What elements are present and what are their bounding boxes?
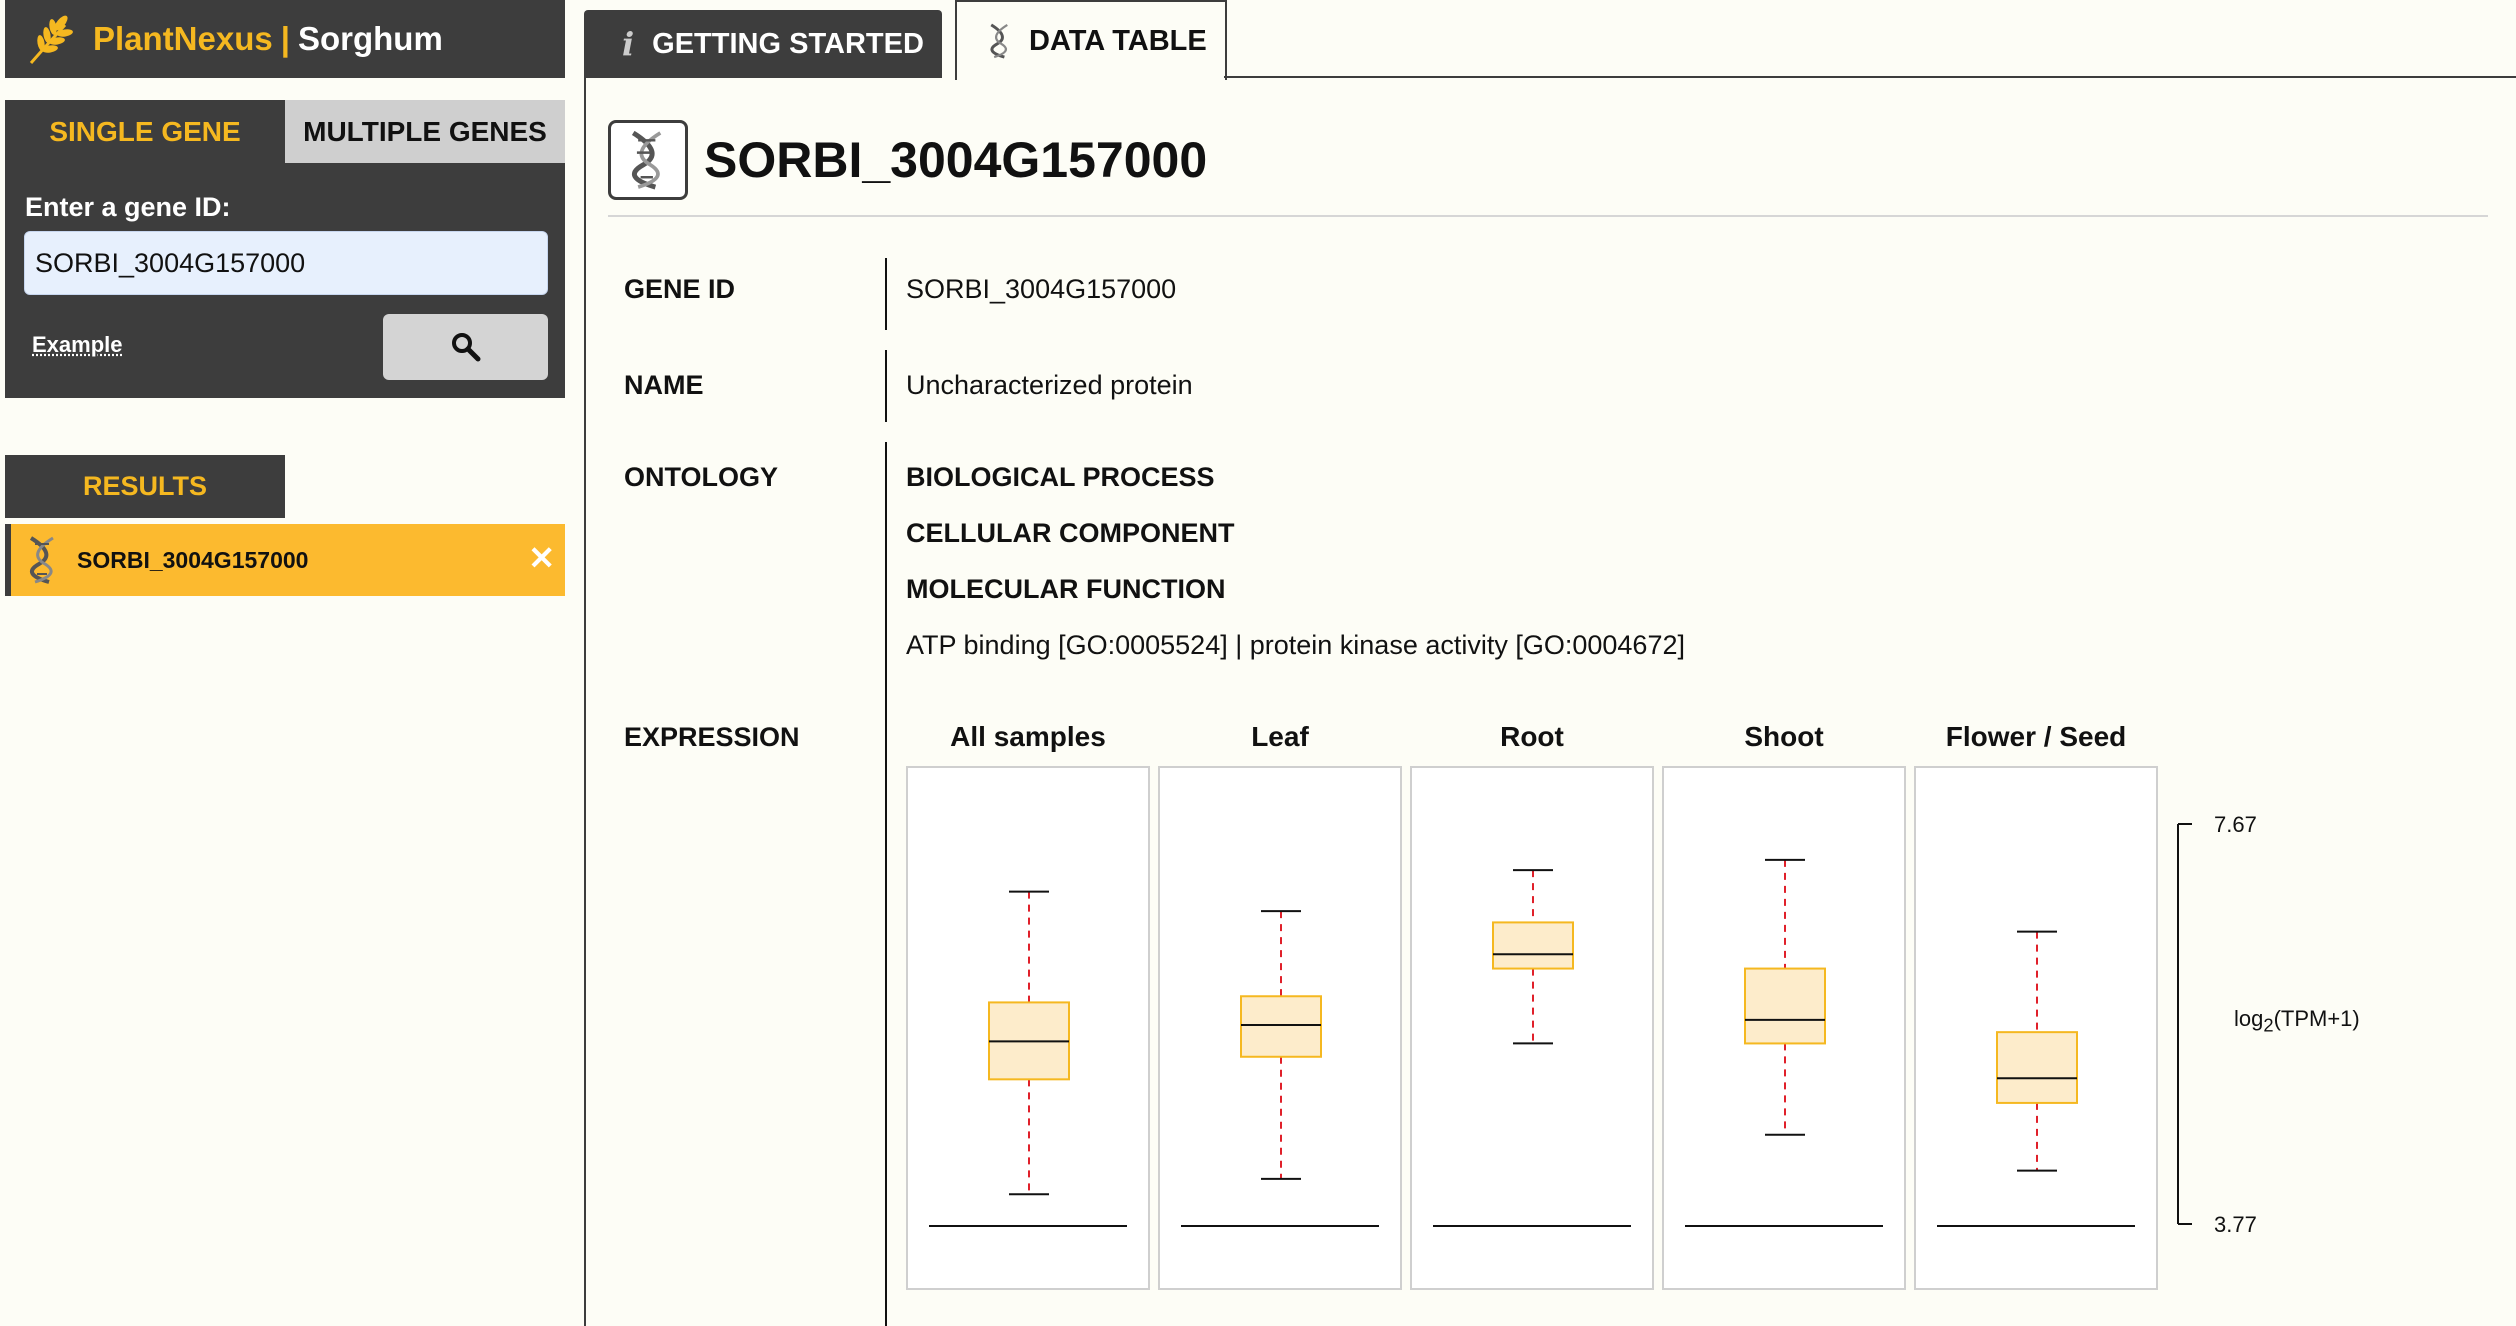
tab-data-table-label: DATA TABLE	[1029, 24, 1207, 57]
tab-bar: i GETTING STARTED DATA TABLE	[584, 0, 2516, 80]
boxplot-panel	[1410, 766, 1654, 1290]
iqr-box	[1744, 967, 1826, 1045]
ontology-biological-process: BIOLOGICAL PROCESS	[906, 462, 1215, 492]
dna-icon	[631, 130, 662, 190]
brand-species: Sorghum	[297, 20, 443, 57]
y-scale-label-unit: (TPM+1)	[2273, 1006, 2360, 1031]
example-link[interactable]: Example	[32, 332, 123, 358]
main-area: i GETTING STARTED DATA TABLE SORBI_3004G…	[584, 0, 2516, 1326]
row-divider	[885, 702, 887, 1326]
dna-icon	[29, 536, 54, 584]
tab-getting-started[interactable]: i GETTING STARTED	[584, 10, 942, 78]
ontology-molecular-function: MOLECULAR FUNCTION	[906, 574, 1226, 604]
tab-multiple-genes[interactable]: MULTIPLE GENES	[285, 100, 565, 163]
ontology-row-label: ONTOLOGY	[624, 462, 779, 492]
plot-title: Flower / Seed	[1945, 721, 2127, 752]
search-mode-tabs: SINGLE GENE MULTIPLE GENES	[5, 100, 565, 163]
brand-title: PlantNexus | Sorghum	[93, 20, 443, 58]
boxplot-svg	[929, 890, 1127, 1227]
name-row-label: NAME	[624, 370, 704, 400]
brand-header[interactable]: PlantNexus | Sorghum	[5, 0, 565, 78]
wheat-logo-icon	[29, 15, 73, 64]
header-divider	[608, 215, 2488, 217]
dna-icon	[990, 23, 1008, 59]
search-icon	[451, 333, 480, 362]
search-panel: SINGLE GENE MULTIPLE GENES Enter a gene …	[5, 100, 565, 398]
boxplot-panel	[1158, 766, 1402, 1290]
brand-separator: |	[280, 20, 290, 57]
sidebar: PlantNexus | Sorghum SINGLE GENE MULTIPL…	[0, 0, 570, 1326]
y-scale-label-log: log	[2234, 1006, 2264, 1031]
boxplot-panel	[906, 766, 1150, 1290]
y-scale-axis	[2177, 823, 2192, 1225]
y-scale-label-sub: 2	[2263, 1014, 2274, 1036]
iqr-box	[1240, 995, 1322, 1058]
close-icon[interactable]: ✕	[528, 542, 555, 574]
result-item-label: SORBI_3004G157000	[77, 546, 309, 573]
boxplot-svg	[1433, 869, 1631, 1227]
row-divider	[885, 258, 887, 330]
plot-title: Shoot	[1744, 721, 1824, 752]
gene-id-value: SORBI_3004G157000	[906, 274, 1177, 304]
gene-id-row-label: GENE ID	[624, 274, 736, 304]
gene-id-input[interactable]	[24, 231, 548, 295]
iqr-box	[1492, 921, 1574, 970]
gene-header: SORBI_3004G157000	[608, 120, 1207, 200]
ontology-mf-terms: ATP binding [GO:0005524] | protein kinas…	[906, 630, 1685, 660]
gene-id-label: Enter a gene ID:	[25, 192, 231, 222]
ontology-cellular-component: CELLULAR COMPONENT	[906, 518, 1235, 548]
gene-icon-box	[608, 120, 688, 200]
y-scale-label: log2(TPM+1)	[2234, 1006, 2360, 1036]
tab-getting-started-label: GETTING STARTED	[652, 27, 924, 60]
tab-single-gene[interactable]: SINGLE GENE	[5, 100, 285, 163]
gene-title: SORBI_3004G157000	[704, 132, 1208, 188]
plot-title: Leaf	[1251, 721, 1309, 752]
boxplot-svg	[1181, 910, 1379, 1227]
plot-title: Root	[1500, 721, 1564, 752]
brand-name: PlantNexus	[93, 20, 273, 57]
row-divider	[885, 350, 887, 422]
boxplot-svg	[1685, 858, 1883, 1227]
boxplot-svg	[1937, 930, 2135, 1227]
expression-row-label: EXPRESSION	[624, 722, 800, 752]
results-header: RESULTS	[5, 455, 285, 518]
boxplot-panel	[1914, 766, 2158, 1290]
name-value: Uncharacterized protein	[906, 370, 1193, 400]
search-button[interactable]	[383, 314, 548, 380]
data-table-content: SORBI_3004G157000 GENE ID SORBI_3004G157…	[584, 78, 2516, 1326]
result-item[interactable]: SORBI_3004G157000 ✕	[5, 524, 565, 596]
boxplot-panel	[1662, 766, 1906, 1290]
y-scale-min: 3.77	[2214, 1212, 2257, 1237]
info-icon: i	[622, 25, 635, 63]
y-scale-max: 7.67	[2214, 812, 2257, 837]
iqr-box	[1996, 1031, 2078, 1104]
tab-data-table[interactable]: DATA TABLE	[955, 0, 1227, 80]
plot-title: All samples	[950, 721, 1106, 752]
